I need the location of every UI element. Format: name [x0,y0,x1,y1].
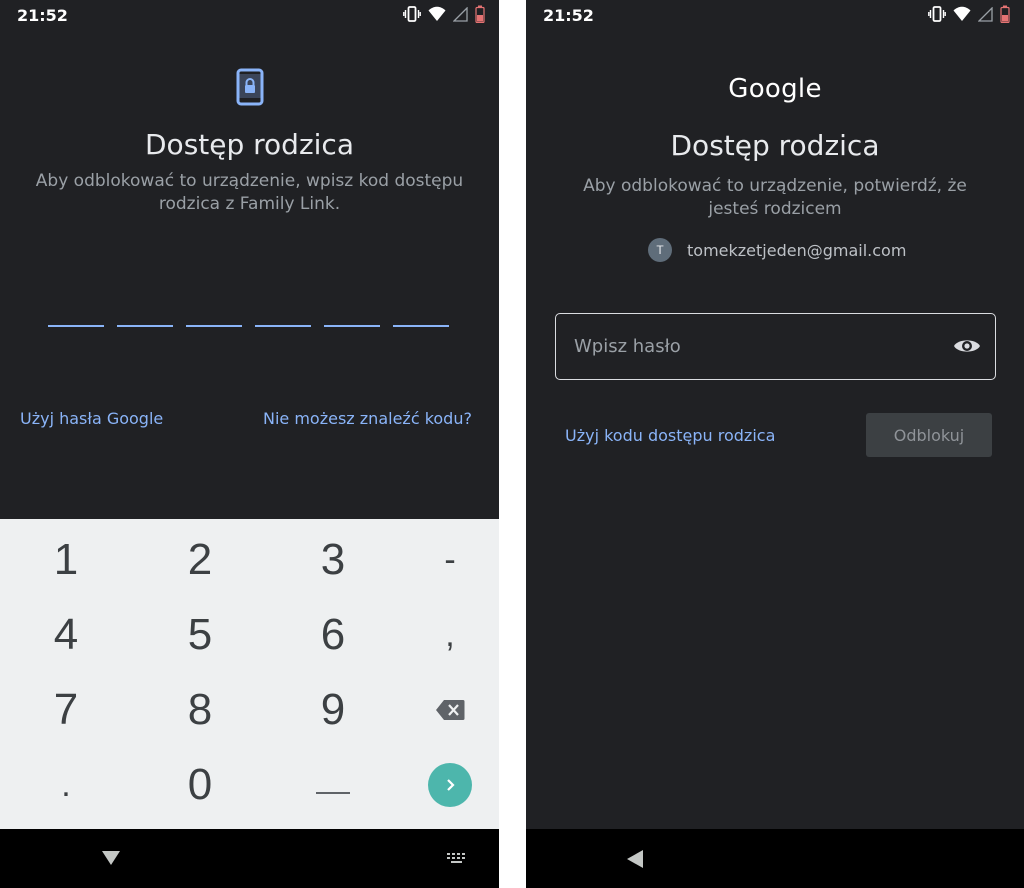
pin-digit-slot[interactable] [393,325,449,327]
unlock-button[interactable]: Odblokuj [866,413,992,457]
keyboard-switch-icon[interactable] [447,853,467,865]
key-2[interactable]: 2 [138,522,262,598]
go-key[interactable] [388,747,499,823]
status-time: 21:52 [17,6,68,25]
go-button[interactable] [428,763,472,807]
key-period[interactable]: . [4,747,128,823]
space-bar-icon [316,792,350,794]
pin-digit-slot[interactable] [117,325,173,327]
key-dash[interactable]: - [388,522,499,598]
back-triangle-icon[interactable] [101,850,121,866]
backspace-icon [436,700,465,720]
key-5[interactable]: 5 [138,597,262,673]
vibrate-icon [403,6,421,22]
status-bar: 21:52 [0,0,499,30]
status-bar: 21:52 [526,0,1024,30]
password-field[interactable] [555,313,996,380]
page-title: Dostęp rodzica [145,128,354,161]
use-parent-code-link[interactable]: Użyj kodu dostępu rodzica [565,426,775,445]
navigation-bar [0,829,499,888]
password-input[interactable] [574,314,944,379]
parent-code-screen: 21:52 Dostęp rodzica Aby odblokować to u… [0,0,499,888]
phone-lock-icon [236,68,264,106]
page-title: Dostęp rodzica [670,129,880,162]
pin-code-input[interactable] [48,325,449,327]
page-subtitle: Aby odblokować to urządzenie, potwierdź,… [583,176,967,219]
key-1[interactable]: 1 [4,522,128,598]
key-3[interactable]: 3 [271,522,395,598]
space-key[interactable] [271,747,395,823]
key-comma[interactable]: , [388,597,499,673]
signal-icon [453,6,468,22]
pin-digit-slot[interactable] [48,325,104,327]
backspace-key[interactable] [388,672,499,748]
show-password-eye-icon[interactable] [953,335,981,357]
back-triangle-icon[interactable] [626,849,644,869]
key-4[interactable]: 4 [4,597,128,673]
google-password-screen: 21:52 Google Dostęp rodzica Aby odblokow… [526,0,1024,888]
wifi-icon [428,6,446,21]
vibrate-icon [928,6,946,22]
use-google-password-link[interactable]: Użyj hasła Google [20,409,163,428]
pin-digit-slot[interactable] [186,325,242,327]
battery-low-icon [1000,5,1010,23]
key-7[interactable]: 7 [4,672,128,748]
battery-low-icon [475,5,485,23]
avatar: T [648,238,672,262]
key-9[interactable]: 9 [271,672,395,748]
status-time: 21:52 [543,6,594,25]
account-chip: T tomekzetjeden@gmail.com [648,238,906,262]
page-subtitle: Aby odblokować to urządzenie, wpisz kod … [35,171,464,214]
cant-find-code-link[interactable]: Nie możesz znaleźć kodu? [263,409,472,428]
go-arrow-icon [447,779,455,791]
pin-digit-slot[interactable] [324,325,380,327]
key-0[interactable]: 0 [138,747,262,823]
navigation-bar [526,829,1024,888]
numeric-keypad: 1 2 3 - 4 5 6 , 7 8 9 . 0 [0,519,499,829]
key-6[interactable]: 6 [271,597,395,673]
key-8[interactable]: 8 [138,672,262,748]
wifi-icon [953,6,971,21]
pin-digit-slot[interactable] [255,325,311,327]
signal-icon [978,6,993,22]
google-logo: Google [728,74,822,104]
account-email: tomekzetjeden@gmail.com [687,240,907,260]
